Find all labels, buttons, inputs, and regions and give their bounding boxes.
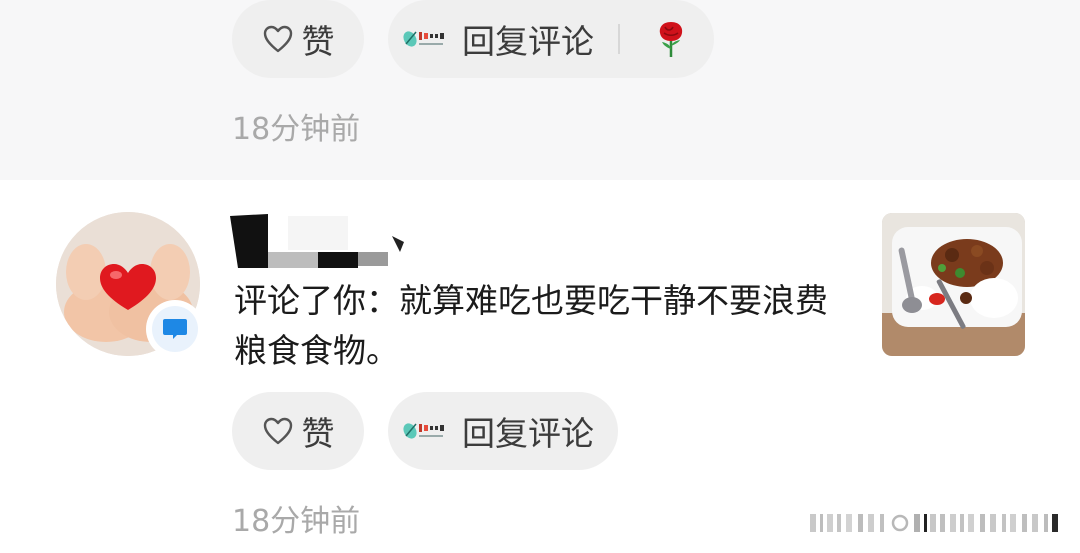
reply-label: 回复评论 [462,22,594,61]
rose-emoji-icon[interactable] [652,19,690,59]
reply-comment-button[interactable]: 回复评论 [388,392,618,470]
like-button[interactable]: 赞 [232,392,364,470]
reply-comment-button[interactable]: 回复评论 [388,0,714,78]
message-bubble-icon [163,319,187,339]
message-badge [146,300,204,358]
reply-label: 回复评论 [462,414,594,453]
like-button[interactable]: 赞 [232,0,364,78]
previous-notification: 赞 回复评论 18分钟前 [0,0,1080,180]
timestamp: 18分钟前 [232,504,361,539]
app-badge-icon [403,31,444,47]
app-badge-icon [403,423,444,439]
divider [618,24,620,54]
heart-outline-icon [263,25,292,53]
timestamp: 18分钟前 [232,112,361,147]
redacted-username [230,214,404,268]
food-plate-image [882,213,1025,356]
like-label: 赞 [301,414,335,453]
watermark-scribble [810,514,1058,532]
comment-text: 评论了你：就算难吃也要吃干静不要浪费粮食食物。 [234,281,828,370]
post-thumbnail[interactable] [882,213,1025,356]
like-label: 赞 [301,22,335,61]
heart-outline-icon [263,417,292,445]
